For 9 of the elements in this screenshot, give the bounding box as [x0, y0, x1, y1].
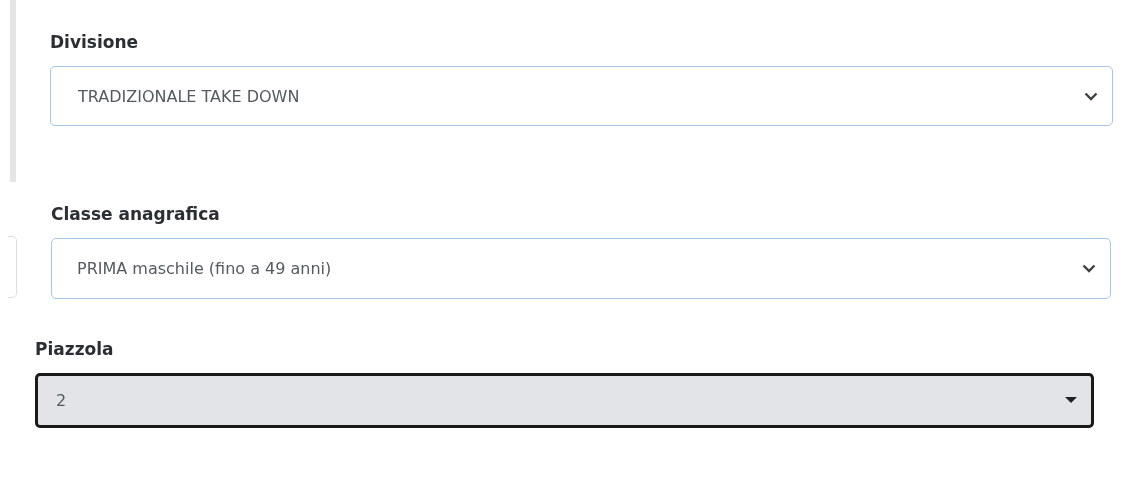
- field-label: Divisione: [50, 32, 140, 52]
- field-label: Piazzola: [35, 339, 115, 359]
- caret-down-icon: [1065, 397, 1077, 404]
- chevron-down-icon: [1084, 91, 1098, 101]
- select-field[interactable]: PRIMA maschile (fino a 49 anni): [51, 238, 1111, 299]
- chevron-down-icon: [1082, 264, 1096, 273]
- field-label: Classe anagrafica: [51, 204, 221, 224]
- panel-edge: [8, 236, 17, 298]
- select-field[interactable]: TRADIZIONALE TAKE DOWN: [50, 66, 1113, 126]
